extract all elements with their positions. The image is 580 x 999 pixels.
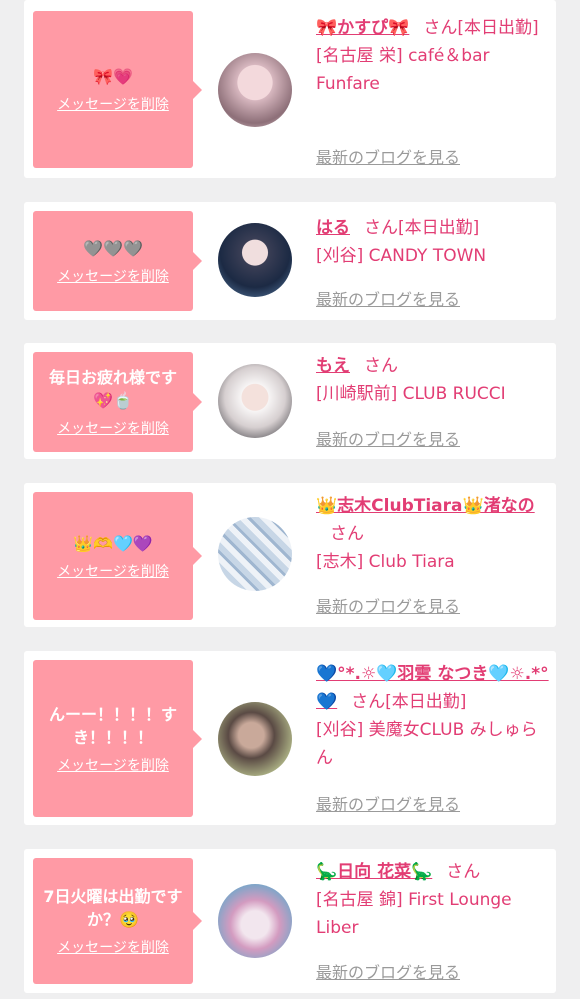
delete-message-link[interactable]: メッセージを削除	[57, 937, 169, 957]
honorific: さん	[364, 218, 398, 238]
delete-message-link[interactable]: メッセージを削除	[57, 418, 169, 438]
shop-name: [川崎駅前] CLUB RUCCI	[316, 384, 506, 404]
latest-blog-link[interactable]: 最新のブログを見る	[316, 144, 460, 168]
message-bubble: 🩶🩶🩶 メッセージを削除	[33, 211, 202, 311]
cast-name-link[interactable]: 🎀かすぴ🎀	[316, 18, 409, 38]
message-text: 👑🫶🩵💜	[73, 533, 153, 553]
avatar[interactable]	[218, 884, 292, 958]
honorific: さん	[423, 18, 458, 38]
message-card: 毎日お疲れ様です💖🍵 メッセージを削除 もえ さん [川崎駅前] CLUB RUC…	[24, 343, 556, 459]
avatar[interactable]	[218, 702, 292, 776]
cast-name-link[interactable]: はる	[316, 218, 350, 238]
delete-message-link[interactable]: メッセージを削除	[57, 266, 169, 286]
delete-message-link[interactable]: メッセージを削除	[57, 94, 169, 114]
delete-message-link[interactable]: メッセージを削除	[57, 561, 169, 581]
attendance-status: [本日出勤]	[398, 218, 480, 238]
message-bubble: 🎀💗 メッセージを削除	[33, 11, 202, 168]
message-text: 🎀💗	[93, 67, 133, 86]
cast-name-link[interactable]: 👑志木ClubTiara👑渚なの	[316, 496, 535, 516]
message-text: んーー！！！！すき！！！！	[48, 704, 177, 747]
latest-blog-link[interactable]: 最新のブログを見る	[316, 791, 460, 815]
cast-info: はる さん[本日出勤] [刈谷] CANDY TOWN	[316, 214, 552, 270]
cast-info: 🎀かすぴ🎀 さん[本日出勤] [名古屋 栄] café＆bar Funfare	[316, 14, 552, 98]
message-text: 毎日お疲れ様です💖🍵	[48, 368, 177, 410]
message-card: 👑🫶🩵💜 メッセージを削除 👑志木ClubTiara👑渚なのさん [志木] Cl…	[24, 483, 556, 627]
avatar[interactable]	[218, 53, 292, 127]
honorific: さん	[364, 356, 398, 376]
avatar[interactable]	[218, 223, 292, 297]
latest-blog-link[interactable]: 最新のブログを見る	[316, 593, 460, 617]
attendance-status: [本日出勤]	[385, 692, 467, 712]
shop-name: [刈谷] CANDY TOWN	[316, 246, 487, 266]
message-card: 🎀💗 メッセージを削除 🎀かすぴ🎀 さん[本日出勤] [名古屋 栄] café＆b…	[24, 0, 556, 178]
message-card: 7日火曜は出勤ですか？🥹 メッセージを削除 🦕日向 花菜🦕 さん [名古屋 錦] …	[24, 849, 556, 993]
honorific: さん	[446, 862, 481, 882]
shop-name: [刈谷] 美魔女CLUB みしゅらん	[316, 720, 538, 768]
latest-blog-link[interactable]: 最新のブログを見る	[316, 286, 460, 310]
delete-message-link[interactable]: メッセージを削除	[57, 755, 169, 775]
cast-info: 🦕日向 花菜🦕 さん [名古屋 錦] First Lounge Liber	[316, 858, 552, 942]
latest-blog-link[interactable]: 最新のブログを見る	[316, 959, 460, 983]
message-bubble: 👑🫶🩵💜 メッセージを削除	[33, 492, 202, 620]
shop-name: [名古屋 栄] café＆bar Funfare	[316, 46, 490, 94]
latest-blog-link[interactable]: 最新のブログを見る	[316, 426, 460, 450]
message-bubble: 7日火曜は出勤ですか？🥹 メッセージを削除	[33, 858, 202, 984]
shop-name: [名古屋 錦] First Lounge Liber	[316, 890, 512, 938]
cast-name-link[interactable]: もえ	[316, 356, 350, 376]
message-card: んーー！！！！すき！！！！ メッセージを削除 💙°*.☼🩵羽雲 なつき🩵☼.*°…	[24, 651, 556, 825]
cast-name-link[interactable]: 🦕日向 花菜🦕	[316, 862, 432, 882]
avatar[interactable]	[218, 364, 292, 438]
honorific: さん	[330, 524, 364, 544]
shop-name: [志木] Club Tiara	[316, 552, 455, 572]
avatar[interactable]	[218, 517, 292, 591]
cast-info: 👑志木ClubTiara👑渚なのさん [志木] Club Tiara	[316, 492, 552, 576]
message-bubble: 毎日お疲れ様です💖🍵 メッセージを削除	[33, 352, 202, 452]
message-card: 🩶🩶🩶 メッセージを削除 はる さん[本日出勤] [刈谷] CANDY TOWN …	[24, 202, 556, 320]
message-text: 7日火曜は出勤ですか？🥹	[43, 887, 183, 929]
attendance-status: [本日出勤]	[457, 18, 539, 38]
honorific: さん	[351, 692, 386, 712]
cast-info: 💙°*.☼🩵羽雲 なつき🩵☼.*°💙 さん[本日出勤] [刈谷] 美魔女CLUB …	[316, 660, 552, 772]
message-bubble: んーー！！！！すき！！！！ メッセージを削除	[33, 660, 202, 817]
message-text: 🩶🩶🩶	[83, 238, 143, 258]
cast-info: もえ さん [川崎駅前] CLUB RUCCI	[316, 352, 552, 408]
